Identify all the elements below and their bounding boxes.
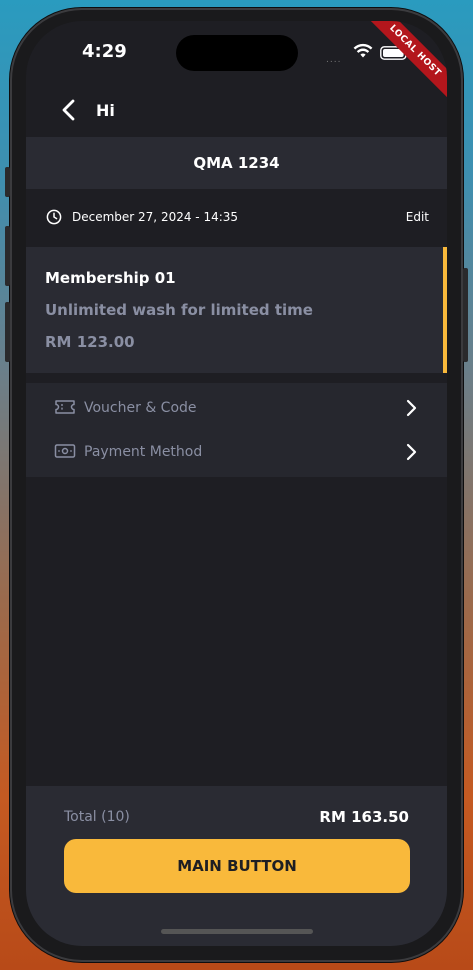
selected-accent-bar [443,247,447,373]
cash-icon [54,443,76,463]
payment-method-label: Payment Method [84,444,203,460]
dynamic-island [176,35,298,71]
status-bar: 4:29 .... LOCAL HOST [26,21,447,115]
membership-description: Unlimited wash for limited time [45,301,313,319]
chevron-right-icon [405,399,417,421]
booking-datetime: December 27, 2024 - 14:35 [72,210,239,224]
total-label: Total (10) [64,809,130,825]
voucher-code-label: Voucher & Code [84,400,197,416]
ticket-icon [54,399,76,419]
vehicle-plate-header: QMA 1234 [26,137,447,189]
home-indicator[interactable] [161,929,313,934]
checkout-footer: Total (10) RM 163.50 MAIN BUTTON [26,786,447,946]
volume-down-button [5,302,10,362]
mute-switch [5,167,10,197]
status-time: 4:29 [82,41,127,62]
edit-datetime-button[interactable]: Edit [406,210,429,224]
back-arrow-icon[interactable] [60,97,78,127]
power-button [463,268,468,362]
membership-card[interactable]: Membership 01 Unlimited wash for limited… [26,247,447,373]
clock-icon [46,209,62,229]
membership-title: Membership 01 [45,269,176,287]
top-nav: Hi [26,91,447,131]
main-button[interactable]: MAIN BUTTON [64,839,410,893]
wifi-icon [353,43,373,63]
chevron-right-icon [405,443,417,465]
checkout-options: Voucher & Code Payment Method [26,383,447,477]
membership-price: RM 123.00 [45,333,135,351]
signal-icon: .... [326,55,342,65]
payment-method-row[interactable]: Payment Method [26,430,447,474]
total-amount: RM 163.50 [319,808,409,826]
voucher-code-row[interactable]: Voucher & Code [26,386,447,430]
volume-up-button [5,226,10,286]
app-screen: 4:29 .... LOCAL HOST Hi QMA 1234 Decembe… [26,21,447,946]
page-title: Hi [96,101,115,120]
booking-date-row: December 27, 2024 - 14:35 Edit [26,199,447,239]
